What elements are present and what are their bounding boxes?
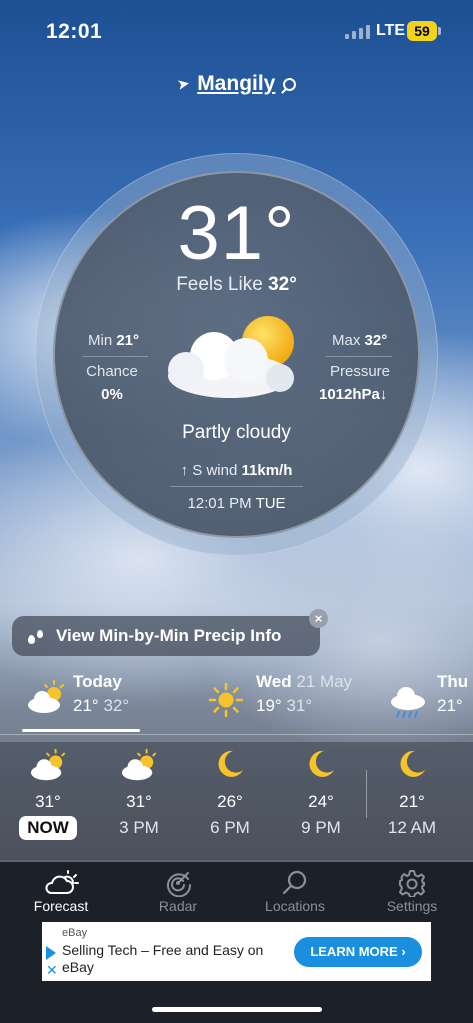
feels-like: Feels Like 32° [0,274,473,296]
hour-temp: 31° [35,792,61,811]
forecast-icon [45,870,79,894]
max-divider [326,356,392,357]
tab-label: Radar [158,898,198,914]
moon-icon [400,750,425,777]
min-temp: Min 21° [88,332,139,349]
battery-icon: 59 [407,21,437,41]
ad-brand: eBay [62,927,88,939]
max-label: Max [332,332,361,349]
day-boundary-divider [366,770,367,818]
min-label: Min [88,332,113,349]
ad-banner[interactable]: ✕ eBay Selling Tech – Free and Easy on e… [42,922,431,981]
status-bar: 12:01 LTE 59 [0,0,473,60]
moon-icon [309,750,334,777]
current-temperature: 31° [177,191,296,276]
learn-more-button[interactable]: LEARN MORE › [294,937,422,967]
wind-speed: 11km/h [241,462,293,479]
location-header[interactable]: ➤ Mangily [0,72,473,96]
days-divider [0,734,473,735]
min-divider [82,356,148,357]
day-low: 21° [73,696,99,715]
day-name: Thu [437,672,469,691]
partly-cloudy-icon [168,316,294,398]
condition-text: Partly cloudy [182,422,291,443]
tab-settings[interactable]: Settings [362,868,462,914]
chance-label: Chance [86,363,138,380]
close-icon[interactable]: × [309,609,328,628]
tab-radar[interactable]: Radar [128,868,228,914]
partly-cloudy-icon [121,748,157,781]
day-date: 21 May [296,672,353,691]
hour-label: 3 PM [119,818,159,837]
max-temp: Max 32° [332,332,387,349]
now-badge: NOW [19,816,77,840]
updated-time: 12:01 PM TUE [0,495,473,512]
rain-cloud-icon [391,687,425,718]
ad-close-icon[interactable]: ✕ [46,962,58,979]
learn-more-label: LEARN MORE [310,944,398,959]
min-value: 21° [116,332,140,349]
tab-label: Forecast [33,898,89,914]
pressure-value: 1012hPa↓ [319,386,388,403]
wind-direction: ↑ S wind [180,462,238,479]
day-thu[interactable]: Thu 21° [437,672,468,716]
signal-icon [345,25,371,39]
day-name: Wed [256,672,292,691]
moon-icon [218,750,243,777]
chance-value: 0% [101,386,123,403]
tab-label: Settings [386,898,438,914]
day-low: 21° [437,696,463,715]
gear-icon [399,870,425,897]
feels-like-label: Feels Like [176,274,263,295]
daily-forecast: Today 21° 32° Wed 21 May 19° 31° Thu 21° [0,672,473,732]
day-today[interactable]: Today 21° 32° [73,672,129,716]
home-indicator[interactable] [152,1007,322,1012]
hour-temp: 31° [126,792,152,811]
wind-info: ↑ S wind 11km/h [0,462,473,479]
tab-label: Locations [265,898,325,914]
search-icon [282,870,307,895]
tab-bar: Forecast Radar Locations Settings [0,862,473,920]
hour-label: 9 PM [301,818,341,837]
hour-label: 6 PM [210,818,250,837]
sun-icon [208,682,244,718]
max-value: 32° [364,332,388,349]
day-wed[interactable]: Wed 21 May 19° 31° [256,672,352,716]
wind-divider [170,486,303,487]
raindrops-icon [26,626,46,646]
precip-info-button[interactable]: View Min-by-Min Precip Info [12,616,320,656]
tab-locations[interactable]: Locations [245,868,345,914]
day-name: Today [73,672,122,691]
selected-day-indicator [22,729,140,732]
network-label: LTE [376,22,406,39]
search-icon[interactable] [283,77,297,91]
tab-forecast[interactable]: Forecast [11,868,111,914]
hour-temp: 24° [308,792,334,811]
day-low: 19° [256,696,282,715]
precip-info-label: View Min-by-Min Precip Info [56,626,282,645]
hour-temp: 21° [399,792,425,811]
updated-clock: 12:01 PM [187,495,252,512]
ad-title: Selling Tech – Free and Easy on eBay [62,942,264,975]
partly-cloudy-icon [30,748,66,781]
hourly-forecast: 31° NOW 31° 3 PM 26° 6 PM 24° 9 PM 21° 1… [0,742,473,860]
partly-cloudy-icon [28,680,64,713]
hour-temp: 26° [217,792,243,811]
radar-icon [167,872,192,897]
battery-cap [438,27,441,35]
updated-day: TUE [255,495,286,512]
feels-like-value: 32° [268,274,297,295]
ad-choices-icon[interactable] [46,946,56,960]
day-high: 31° [286,696,313,715]
pressure-label: Pressure [330,363,391,380]
status-time: 12:01 [46,20,103,43]
location-name[interactable]: Mangily [197,72,275,96]
chevron-right-icon: › [401,944,406,959]
day-high: 32° [103,696,130,715]
hour-label: 12 AM [387,818,437,837]
location-arrow-icon: ➤ [175,75,191,94]
